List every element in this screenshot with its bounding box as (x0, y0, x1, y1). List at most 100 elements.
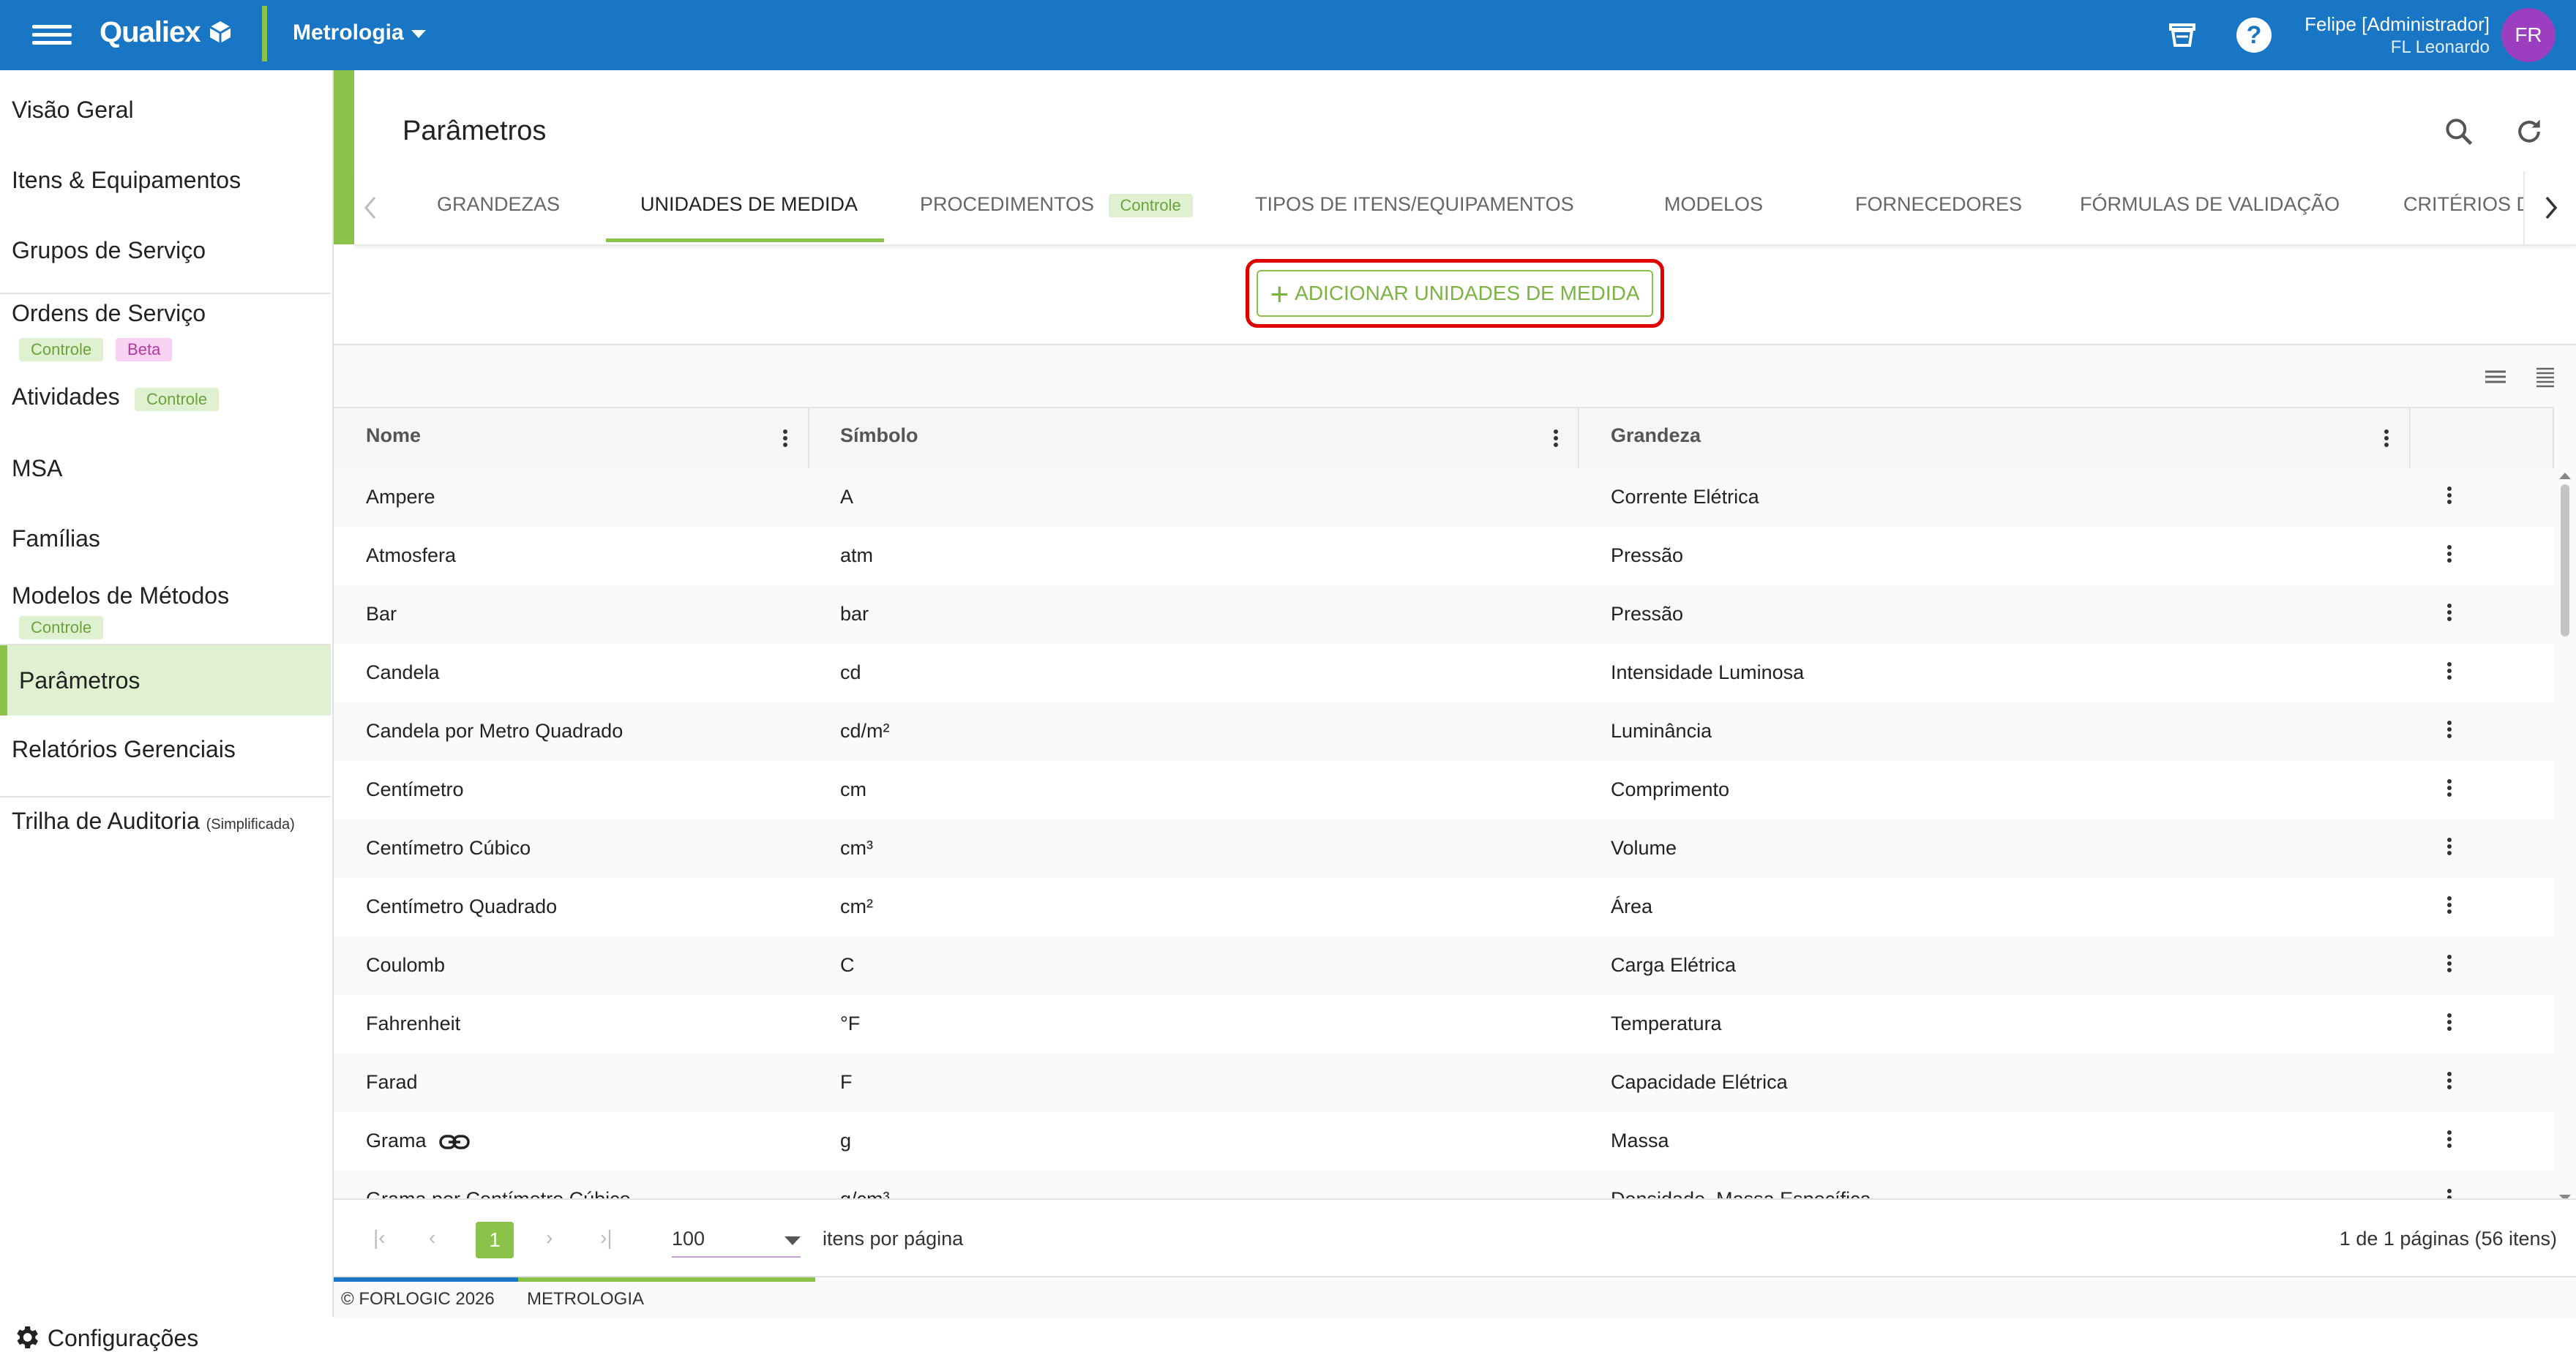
row-actions-icon[interactable] (2446, 953, 2453, 974)
cell-nome: Candela por Metro Quadrado (366, 720, 623, 743)
chevron-down-icon (411, 29, 426, 38)
tab-formulas-validacao[interactable]: FÓRMULAS DE VALIDAÇÃO (2080, 193, 2340, 216)
prev-page-button[interactable]: ‹ (429, 1226, 435, 1250)
row-actions-icon[interactable] (2446, 484, 2453, 506)
table-row[interactable]: Farad F Capacidade Elétrica (334, 1054, 2554, 1113)
sidebar-item-visao-geral[interactable]: Visão Geral (0, 97, 331, 138)
table-row[interactable]: Grama g Massa (334, 1112, 2554, 1172)
tab-criterios[interactable]: CRITÉRIOS D (2403, 193, 2531, 216)
tab-grandezas[interactable]: GRANDEZAS (437, 193, 560, 216)
column-divider[interactable] (1578, 408, 1579, 468)
sidebar-item-trilha-auditoria[interactable]: Trilha de Auditoria (Simplificada) (0, 808, 331, 849)
table-row[interactable]: Atmosfera atm Pressão (334, 527, 2554, 587)
sidebar-item-relatorios-gerenciais[interactable]: Relatórios Gerenciais (0, 736, 331, 777)
column-header-nome[interactable]: Nome (366, 424, 421, 447)
table-row[interactable]: Centímetro cm Comprimento (334, 761, 2554, 821)
cell-simbolo: cm³ (840, 837, 873, 859)
column-menu-icon[interactable] (2383, 427, 2390, 449)
app-logo[interactable]: Qualiex (100, 16, 233, 49)
row-actions-icon[interactable] (2446, 894, 2453, 916)
next-page-button[interactable]: › (546, 1226, 553, 1250)
column-header-grandeza[interactable]: Grandeza (1611, 424, 1701, 447)
sidebar-item-modelos-metodos[interactable]: Modelos de Métodos Controle (0, 582, 331, 648)
coffee-cup-icon[interactable] (2165, 18, 2200, 53)
tab-scroll-left[interactable] (354, 171, 401, 244)
row-actions-icon[interactable] (2446, 660, 2453, 682)
last-page-button[interactable]: ›| (600, 1226, 613, 1250)
cell-nome-text: Centímetro Quadrado (366, 895, 558, 917)
row-actions-icon[interactable] (2446, 601, 2453, 623)
grid-scrollbar[interactable] (2556, 468, 2575, 1201)
avatar[interactable]: FR (2501, 8, 2556, 62)
row-actions-icon[interactable] (2446, 835, 2453, 857)
table-row[interactable]: Ampere A Corrente Elétrica (334, 468, 2554, 528)
sidebar-item-suffix: (Simplificada) (206, 816, 295, 833)
row-actions-icon[interactable] (2446, 1070, 2453, 1092)
logo-divider (262, 6, 267, 61)
column-divider[interactable] (2409, 408, 2411, 468)
cell-simbolo: F (840, 1071, 853, 1093)
column-divider[interactable] (808, 408, 809, 468)
controle-badge: Controle (19, 338, 104, 361)
column-header-simbolo[interactable]: Símbolo (840, 424, 918, 447)
cell-nome-text: Candela (366, 661, 440, 683)
sidebar-item-ordens-servico[interactable]: Ordens de Serviço Controle Beta (0, 300, 331, 366)
row-actions-icon[interactable] (2446, 777, 2453, 799)
first-page-button[interactable]: |‹ (373, 1226, 386, 1250)
table-row[interactable]: Coulomb C Carga Elétrica (334, 936, 2554, 996)
controle-badge: Controle (135, 388, 220, 411)
row-actions-icon[interactable] (2446, 1187, 2453, 1198)
cell-simbolo: g (840, 1130, 852, 1152)
cell-grandeza: Densidade, Massa Específica (1611, 1188, 1871, 1198)
scroll-up-icon[interactable] (2556, 470, 2575, 481)
cell-nome: Centímetro (366, 778, 464, 801)
help-icon[interactable]: ? (2236, 18, 2272, 53)
sidebar-item-msa[interactable]: MSA (0, 455, 331, 496)
sidebar-item-itens-equipamentos[interactable]: Itens & Equipamentos (0, 167, 331, 208)
add-unit-button[interactable]: + ADICIONAR UNIDADES DE MEDIDA (1257, 270, 1653, 317)
footer-accent-blue (334, 1277, 518, 1282)
current-page[interactable]: 1 (476, 1222, 514, 1258)
tab-scroll-right[interactable] (2523, 171, 2576, 244)
sidebar-item-familias[interactable]: Famílias (0, 525, 331, 566)
table-row[interactable]: Centímetro Cúbico cm³ Volume (334, 819, 2554, 879)
cell-nome-text: Centímetro (366, 778, 464, 800)
search-icon[interactable] (2443, 116, 2475, 148)
menu-icon[interactable] (32, 20, 72, 50)
sidebar-item-label: Trilha de Auditoria (12, 808, 200, 834)
tab-procedimentos[interactable]: PROCEDIMENTOS Controle (920, 193, 1193, 217)
chevron-down-icon (785, 1236, 801, 1245)
refresh-icon[interactable] (2513, 116, 2545, 148)
row-actions-icon[interactable] (2446, 718, 2453, 740)
module-selector[interactable]: Metrologia (293, 20, 426, 45)
link-icon[interactable] (438, 1132, 471, 1152)
column-menu-icon[interactable] (1552, 427, 1560, 449)
tab-modelos[interactable]: MODELOS (1664, 193, 1763, 216)
row-actions-icon[interactable] (2446, 543, 2453, 565)
tab-tipos-itens[interactable]: TIPOS DE ITENS/EQUIPAMENTOS (1255, 193, 1574, 216)
sidebar-item-grupos-servico[interactable]: Grupos de Serviço (0, 237, 331, 278)
table-row[interactable]: Centímetro Quadrado cm² Área (334, 878, 2554, 938)
table-row[interactable]: Bar bar Pressão (334, 585, 2554, 645)
sidebar-item-atividades[interactable]: Atividades Controle (0, 383, 331, 424)
column-menu-icon[interactable] (782, 427, 789, 449)
dense-view-icon[interactable] (2532, 366, 2558, 388)
settings-link[interactable]: Configurações (12, 1323, 198, 1352)
app-name: Qualiex (100, 16, 201, 48)
row-actions-icon[interactable] (2446, 1128, 2453, 1150)
cell-nome-text: Grama (366, 1130, 427, 1152)
scroll-thumb[interactable] (2561, 484, 2569, 636)
tab-unidades-medida[interactable]: UNIDADES DE MEDIDA (640, 193, 858, 216)
tab-fornecedores[interactable]: FORNECEDORES (1855, 193, 2022, 216)
user-info[interactable]: Felipe [Administrador] FL Leonardo (2304, 13, 2490, 58)
table-row[interactable]: Candela por Metro Quadrado cd/m² Luminânci… (334, 702, 2554, 762)
compact-view-icon[interactable] (2482, 366, 2509, 388)
table-row[interactable]: Fahrenheit °F Temperatura (334, 995, 2554, 1055)
cell-simbolo: bar (840, 603, 869, 625)
sidebar-item-parametros[interactable]: Parâmetros (0, 645, 331, 716)
table-row[interactable]: Candela cd Intensidade Luminosa (334, 644, 2554, 704)
per-page-select[interactable]: 100 (672, 1228, 801, 1258)
cell-grandeza: Temperatura (1611, 1013, 1722, 1034)
table-row[interactable]: Grama por Centímetro Cúbico g/cm³ Densidad… (334, 1171, 2554, 1198)
row-actions-icon[interactable] (2446, 1011, 2453, 1033)
